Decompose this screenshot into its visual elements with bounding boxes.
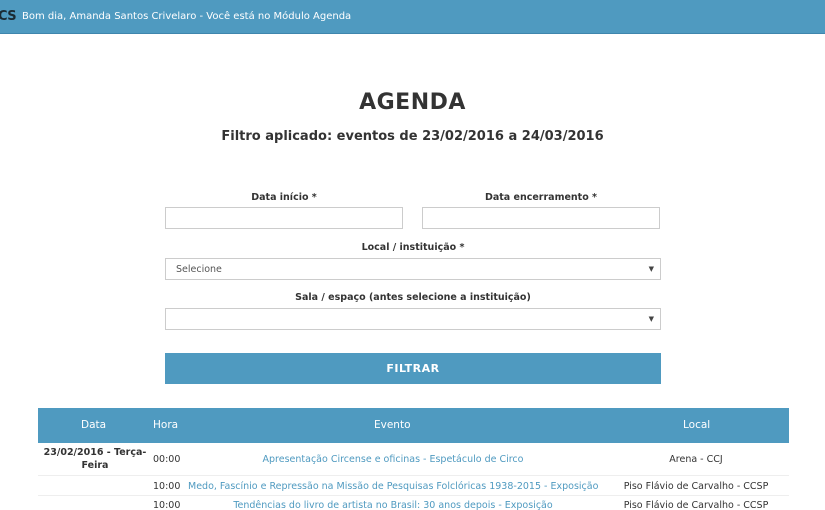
row-event-link[interactable]: Apresentação Circense e oficinas - Espet… xyxy=(188,454,598,465)
app-logo[interactable]: CS xyxy=(0,9,17,24)
row-time: 10:00 xyxy=(153,481,181,492)
row-event-link[interactable]: Medo, Fascínio e Repressão na Missão de … xyxy=(188,481,598,492)
chevron-down-icon: ▼ xyxy=(648,265,654,273)
start-date-input[interactable] xyxy=(165,207,403,229)
row-local: Piso Flávio de Carvalho - CCSP xyxy=(623,481,769,492)
column-header-event: Evento xyxy=(374,419,411,431)
room-label: Sala / espaço (antes selecione a institu… xyxy=(295,292,531,303)
local-select-value: Selecione xyxy=(176,264,222,275)
end-date-input[interactable] xyxy=(422,207,660,229)
end-date-label: Data encerramento * xyxy=(484,192,598,203)
row-event-link[interactable]: Tendências do livro de artista no Brasil… xyxy=(188,500,598,510)
table-header: Data Hora Evento Local xyxy=(38,408,789,443)
row-local: Arena - CCJ xyxy=(669,454,723,465)
row-date: 23/02/2016 - Terça-Feira xyxy=(43,447,147,471)
page-title: AGENDA xyxy=(359,90,466,115)
table-row: 10:00 Tendências do livro de artista no … xyxy=(38,496,789,510)
top-bar: CS Bom dia, Amanda Santos Crivelaro - Vo… xyxy=(0,0,825,34)
table-row: 10:00 Medo, Fascínio e Repressão na Miss… xyxy=(38,476,789,496)
table-row: 23/02/2016 - Terça-Feira 00:00 Apresenta… xyxy=(38,443,789,476)
greeting-text: Bom dia, Amanda Santos Crivelaro - Você … xyxy=(22,11,352,22)
column-header-time: Hora xyxy=(153,419,179,431)
filter-summary: Filtro aplicado: eventos de 23/02/2016 a… xyxy=(221,129,604,144)
column-header-date: Data xyxy=(81,419,107,431)
row-local: Piso Flávio de Carvalho - CCSP xyxy=(623,500,769,510)
filter-button[interactable]: FILTRAR xyxy=(165,353,661,384)
local-select[interactable]: Selecione ▼ xyxy=(165,258,661,280)
room-select[interactable]: ▼ xyxy=(165,308,661,330)
chevron-down-icon: ▼ xyxy=(648,315,654,323)
row-time: 10:00 xyxy=(153,500,181,510)
row-time: 00:00 xyxy=(153,454,181,465)
start-date-label: Data início * xyxy=(251,192,317,203)
column-header-local: Local xyxy=(683,419,711,431)
local-label: Local / instituição * xyxy=(361,242,465,253)
